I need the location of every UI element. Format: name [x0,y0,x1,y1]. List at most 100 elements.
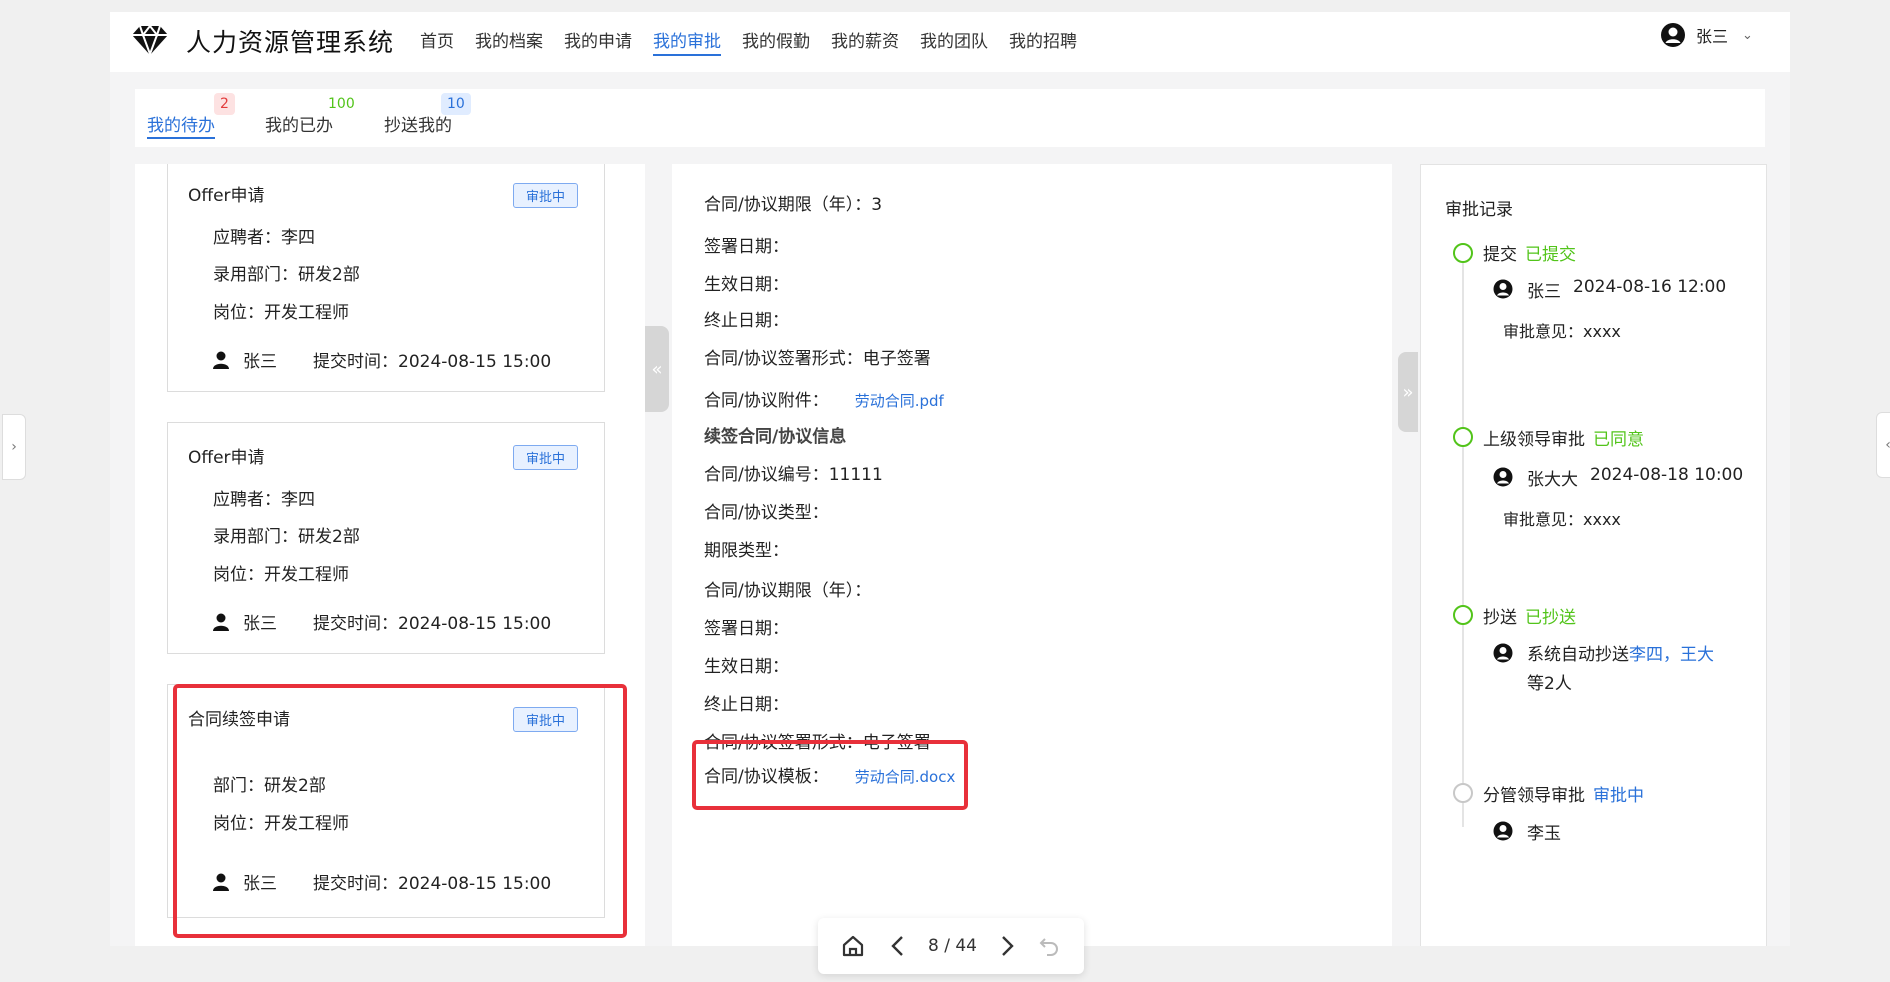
cc-count-badge: 10 [441,93,471,115]
applicant-name: 张三 [243,614,277,634]
step-node-icon [1453,243,1473,263]
step-status: 已同意 [1593,430,1644,450]
home-icon[interactable] [828,934,878,958]
undo-icon[interactable] [1027,935,1071,957]
app-title: 人力资源管理系统 [186,28,395,57]
tab-bar: 我的待办 2 我的已办 100 抄送我的 10 [135,89,1765,147]
app-window: 人力资源管理系统 首页 我的档案 我的申请 我的审批 我的假勤 我的薪资 我的团… [110,12,1790,946]
user-circle-icon [1493,467,1513,487]
page-indicator: 8 / 44 [928,936,977,956]
step-status: 已抄送 [1525,608,1576,628]
card-field: 应聘者：李四 [213,490,315,510]
attachment-file-link[interactable]: 劳动合同.pdf [855,392,944,410]
chevron-down-icon[interactable]: ⌄ [1742,28,1753,43]
tab-done[interactable]: 我的已办 [265,111,333,136]
submit-time: 提交时间：2024-08-15 15:00 [313,614,552,634]
section-title: 续签合同/协议信息 [704,427,847,447]
nav-item-home[interactable]: 首页 [420,27,454,56]
step-node-icon [1453,427,1473,447]
collapse-right-button[interactable]: » [1398,352,1418,432]
detail-row: 合同/协议签署形式：电子签署 [704,349,931,369]
detail-row: 生效日期： [704,275,789,295]
done-count-badge: 100 [322,93,361,115]
nav-item-profile[interactable]: 我的档案 [475,27,543,56]
left-edge-expand-button[interactable]: › [2,414,26,480]
card-field: 录用部门：研发2部 [213,265,360,285]
chevron-right-icon[interactable] [987,935,1027,957]
main-nav: 首页 我的档案 我的申请 我的审批 我的假勤 我的薪资 我的团队 我的招聘 [420,27,1077,56]
approval-comment: 审批意见：xxxx [1503,510,1621,529]
step-status: 审批中 [1593,786,1644,806]
step-approver: 张三 2024-08-16 12:00 [1493,277,1726,302]
detail-row: 终止日期： [704,695,789,715]
card-field: 录用部门：研发2部 [213,527,360,547]
nav-item-approvals[interactable]: 我的审批 [653,27,721,56]
user-circle-icon [1493,821,1513,841]
step-approver: 张大大 2024-08-18 10:00 [1493,465,1743,490]
step-name: 分管领导审批 [1483,786,1585,806]
detail-row: 合同/协议期限（年）： [704,581,872,601]
detail-row: 合同/协议期限（年）：3 [704,195,883,215]
tab-todo[interactable]: 我的待办 [147,111,215,139]
approval-list-panel: Offer申请 审批中 应聘者：李四 录用部门：研发2部 岗位：开发工程师 张三… [135,164,645,946]
card-title: Offer申请 [188,448,265,468]
cc-prefix: 系统自动抄送 [1527,645,1629,665]
template-highlight-box [692,740,968,810]
detail-row: 签署日期： [704,237,789,257]
diamond-logo-icon [132,24,168,57]
step-division: 分管领导审批 审批中 [1483,781,1644,806]
approval-comment: 审批意见：xxxx [1503,322,1621,341]
collapse-left-button[interactable]: « [645,326,669,412]
status-badge: 审批中 [512,445,578,470]
card-footer: 张三 提交时间：2024-08-15 15:00 [213,347,551,372]
card-field: 岗位：开发工程师 [213,565,349,585]
card-field: 岗位：开发工程师 [213,303,349,323]
approver-name: 张大大 [1527,470,1578,490]
detail-row: 生效日期： [704,657,789,677]
timeline-line [1462,257,1464,827]
approval-record-panel: 审批记录 提交 已提交 张三 2024-08-16 12:00 审批意见：xxxx… [1420,164,1767,946]
nav-item-team[interactable]: 我的团队 [920,27,988,56]
card-field: 应聘者：李四 [213,228,315,248]
todo-count-badge: 2 [214,93,235,115]
detail-row: 签署日期： [704,619,789,639]
user-circle-icon [1493,643,1513,663]
cc-text: 系统自动抄送李四，王大 等2人 [1527,641,1714,699]
approval-card[interactable]: Offer申请 审批中 应聘者：李四 录用部门：研发2部 岗位：开发工程师 张三… [167,164,605,392]
top-bar: 人力资源管理系统 首页 我的档案 我的申请 我的审批 我的假勤 我的薪资 我的团… [110,12,1790,72]
approval-card[interactable]: Offer申请 审批中 应聘者：李四 录用部门：研发2部 岗位：开发工程师 张三… [167,422,605,654]
detail-panel: 合同/协议期限（年）：3 签署日期： 生效日期： 终止日期： 合同/协议签署形式… [672,164,1392,946]
attachment-label: 合同/协议附件： [704,391,829,411]
nav-item-applications[interactable]: 我的申请 [564,27,632,56]
step-approver: 李玉 [1493,819,1561,844]
user-menu[interactable]: 张三 ⌄ [1660,22,1753,48]
nav-item-attendance[interactable]: 我的假勤 [742,27,810,56]
tab-cc[interactable]: 抄送我的 [384,111,452,136]
step-submit: 提交 已提交 [1483,240,1576,265]
step-supervisor: 上级领导审批 已同意 [1483,425,1644,450]
nav-item-salary[interactable]: 我的薪资 [831,27,899,56]
status-badge: 审批中 [512,183,578,208]
nav-item-recruitment[interactable]: 我的招聘 [1009,27,1077,56]
right-edge-expand-button[interactable]: ‹ [1876,412,1890,478]
user-name: 张三 [1696,27,1729,46]
chevron-left-icon[interactable] [878,935,918,957]
record-title: 审批记录 [1445,200,1513,220]
user-circle-icon [1493,279,1513,299]
card-footer: 张三 提交时间：2024-08-15 15:00 [213,609,551,634]
selection-highlight-box [173,684,627,938]
person-icon [213,351,229,369]
cc-names-link[interactable]: 李四，王大 [1629,645,1714,665]
detail-row: 终止日期： [704,311,789,331]
applicant-name: 张三 [243,352,277,372]
step-name: 上级领导审批 [1483,430,1585,450]
card-title: Offer申请 [188,186,265,206]
detail-row: 合同/协议编号：11111 [704,465,883,485]
submit-time: 提交时间：2024-08-15 15:00 [313,352,552,372]
approval-time: 2024-08-18 10:00 [1590,465,1744,485]
step-node-icon [1453,605,1473,625]
approver-name: 李玉 [1527,824,1561,844]
step-name: 抄送 [1483,608,1517,628]
step-name: 提交 [1483,245,1517,265]
step-node-pending-icon [1453,783,1473,803]
